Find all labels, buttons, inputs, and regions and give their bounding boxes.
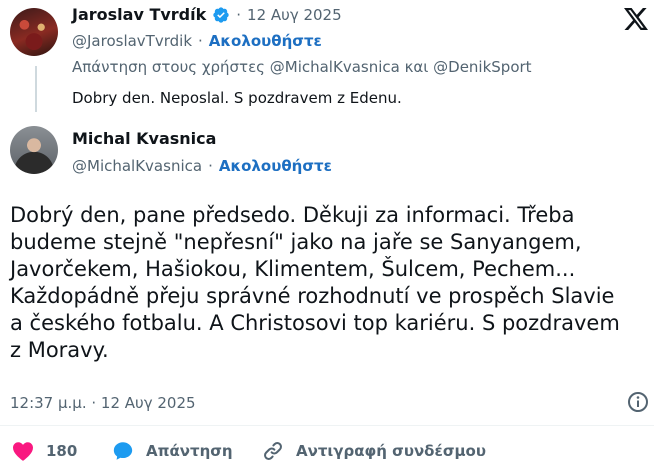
main-tweet-text: Dobrý den, pane předsedo. Děkuji za info… (10, 202, 620, 364)
like-button[interactable]: 180 (12, 441, 77, 461)
reply-to-line: Απάντηση στους χρήστες @MichalKvasnica κ… (72, 58, 532, 76)
tweet-line: Javorčekem, Hašiokou, Klimentem, Šulcem,… (10, 257, 576, 281)
tweet-line: Každopádně přeju správné rozhodnutí ve p… (10, 284, 615, 308)
info-icon[interactable] (627, 391, 649, 413)
tweet-line: Dobrý den, pane předsedo. Děkuji za info… (10, 203, 575, 227)
parent-handle[interactable]: @JaroslavTvrdik (72, 32, 192, 50)
reply-label: Απάντηση (146, 442, 233, 460)
main-handle-separator: · (208, 157, 213, 175)
copy-link-label: Αντιγραφή συνδέσμου (296, 442, 486, 460)
parent-author-name[interactable]: Jaroslav Tvrdík (72, 5, 206, 24)
main-handle[interactable]: @MichalKvasnica (72, 157, 202, 175)
avatar-michal-kvasnica[interactable] (10, 126, 58, 174)
reply-button[interactable]: Απάντηση (112, 440, 233, 462)
divider (0, 425, 654, 426)
parent-separator: · (236, 5, 242, 24)
follow-button-michal[interactable]: Ακολουθήστε (219, 157, 332, 175)
follow-button-jaroslav[interactable]: Ακολουθήστε (209, 32, 322, 50)
tweet-timestamp[interactable]: 12:37 μ.μ. · 12 Αυγ 2025 (10, 394, 196, 412)
tweet-line: a českého fotbalu. A Christosovi top kar… (10, 311, 620, 335)
reply-bubble-icon (113, 442, 133, 460)
like-count: 180 (46, 442, 78, 460)
heart-icon (13, 442, 33, 461)
x-logo-icon[interactable] (624, 8, 648, 30)
avatar-jaroslav-tvrdik[interactable] (10, 8, 58, 56)
copy-link-button[interactable]: Αντιγραφή συνδέσμου (262, 440, 486, 462)
verified-badge-icon (213, 6, 229, 23)
tweet-line: z Moravy. (10, 338, 109, 362)
parent-handle-separator: · (198, 32, 203, 50)
thread-connector-line (35, 66, 37, 112)
parent-date[interactable]: 12 Αυγ 2025 (247, 6, 342, 24)
main-author-name[interactable]: Michal Kvasnica (72, 129, 216, 148)
parent-tweet-text: Dobry den. Neposlal. S pozdravem z Edenu… (72, 89, 402, 107)
link-icon (264, 442, 282, 460)
tweet-line: budeme stejně "nepřesní" jako na jaře se… (10, 230, 582, 254)
